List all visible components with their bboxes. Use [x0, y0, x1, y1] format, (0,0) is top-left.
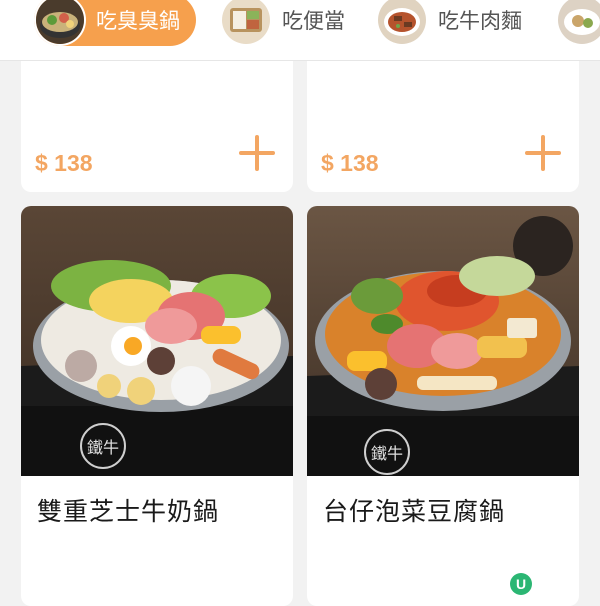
bento-thumbnail-icon: [220, 0, 272, 46]
tab-label: 吃臭臭鍋: [96, 9, 180, 33]
brand-logo-text: 鐵牛: [87, 438, 119, 457]
tab-label: 吃牛肉麵: [438, 9, 522, 33]
price-label: $ 138: [321, 150, 379, 176]
tab-bento[interactable]: 吃便當: [220, 0, 361, 46]
category-tab-bar: 吃臭臭鍋 吃便當 吃牛肉麵: [0, 0, 600, 61]
more-category-thumbnail-icon: [556, 0, 600, 46]
watermark-logo-icon: U: [510, 573, 532, 595]
tab-stinky-hotpot[interactable]: 吃臭臭鍋: [34, 0, 196, 46]
tab-more-category[interactable]: [556, 0, 600, 46]
price-label: $ 138: [35, 150, 93, 176]
milk-hotpot-photo: 鐵牛: [21, 206, 293, 476]
product-card[interactable]: $ 138: [21, 40, 293, 192]
product-name: 台仔泡菜豆腐鍋: [323, 497, 506, 526]
product-card[interactable]: 鐵牛 雙重芝士牛奶鍋: [21, 206, 293, 606]
beef-noodle-thumbnail-icon: [376, 0, 428, 46]
tab-beef-noodle[interactable]: 吃牛肉麵: [376, 0, 538, 46]
add-to-cart-plus-icon[interactable]: [239, 135, 275, 171]
tab-label: 吃便當: [282, 9, 345, 33]
product-card[interactable]: 鐵牛 台仔泡菜豆腐鍋: [307, 206, 579, 606]
kimchi-tofu-hotpot-photo: 鐵牛: [307, 206, 579, 476]
brand-logo-text: 鐵牛: [371, 444, 403, 463]
hotpot-thumbnail-icon: [34, 0, 86, 46]
product-name: 雙重芝士牛奶鍋: [37, 497, 220, 526]
add-to-cart-plus-icon[interactable]: [525, 135, 561, 171]
product-card[interactable]: $ 138: [307, 40, 579, 192]
